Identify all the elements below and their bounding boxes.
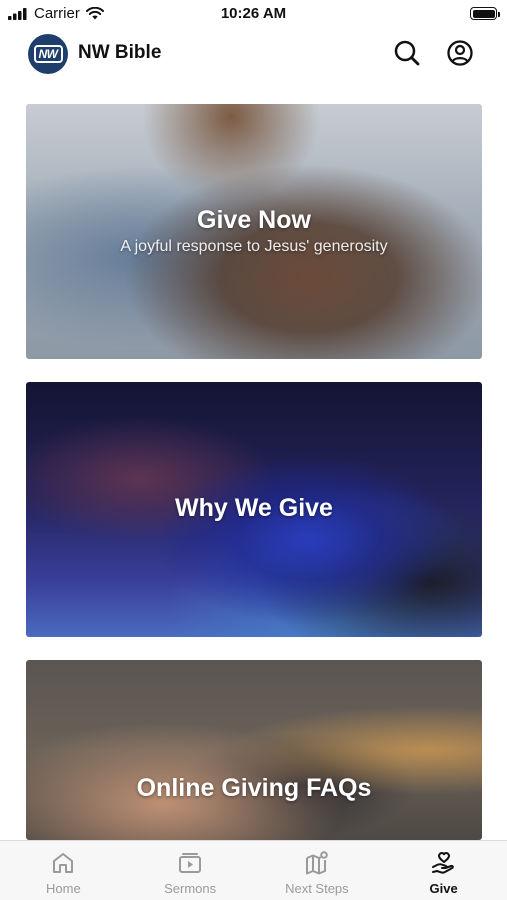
status-right bbox=[470, 7, 500, 20]
status-bar: Carrier 10:26 AM bbox=[0, 0, 507, 28]
profile-button[interactable] bbox=[445, 38, 475, 68]
search-icon bbox=[394, 40, 420, 66]
logo-text: NW bbox=[33, 45, 63, 63]
app-title: NW Bible bbox=[78, 42, 162, 63]
tab-label: Next Steps bbox=[285, 881, 349, 896]
tab-label: Home bbox=[46, 881, 81, 896]
battery-icon bbox=[470, 7, 500, 20]
card-title: Online Giving FAQs bbox=[136, 774, 372, 802]
card-subtitle: A joyful response to Jesus' generosity bbox=[120, 238, 388, 255]
tab-label: Sermons bbox=[164, 881, 217, 896]
tab-label: Give bbox=[429, 881, 458, 896]
tab-give[interactable]: Give bbox=[380, 841, 507, 900]
user-circle-icon bbox=[447, 40, 473, 66]
map-pin-icon bbox=[305, 851, 328, 875]
search-button[interactable] bbox=[392, 38, 422, 68]
tab-home[interactable]: Home bbox=[0, 841, 127, 900]
give-now-card[interactable]: Give Now A joyful response to Jesus' gen… bbox=[26, 104, 482, 359]
home-icon bbox=[53, 853, 74, 873]
why-we-give-card[interactable]: Why We Give bbox=[26, 382, 482, 637]
card-title: Give Now bbox=[197, 206, 311, 234]
tab-bar: Home Sermons Next Steps Give bbox=[0, 840, 507, 900]
status-time: 10:26 AM bbox=[220, 5, 287, 22]
video-icon bbox=[179, 853, 202, 873]
hand-heart-icon bbox=[431, 852, 454, 874]
app-logo: NW bbox=[28, 34, 68, 74]
online-giving-faqs-card[interactable]: Online Giving FAQs bbox=[26, 660, 482, 840]
card-title: Why We Give bbox=[175, 494, 333, 522]
tab-sermons[interactable]: Sermons bbox=[127, 841, 254, 900]
app-header: NW NW Bible bbox=[0, 30, 507, 76]
tab-next-steps[interactable]: Next Steps bbox=[254, 841, 381, 900]
